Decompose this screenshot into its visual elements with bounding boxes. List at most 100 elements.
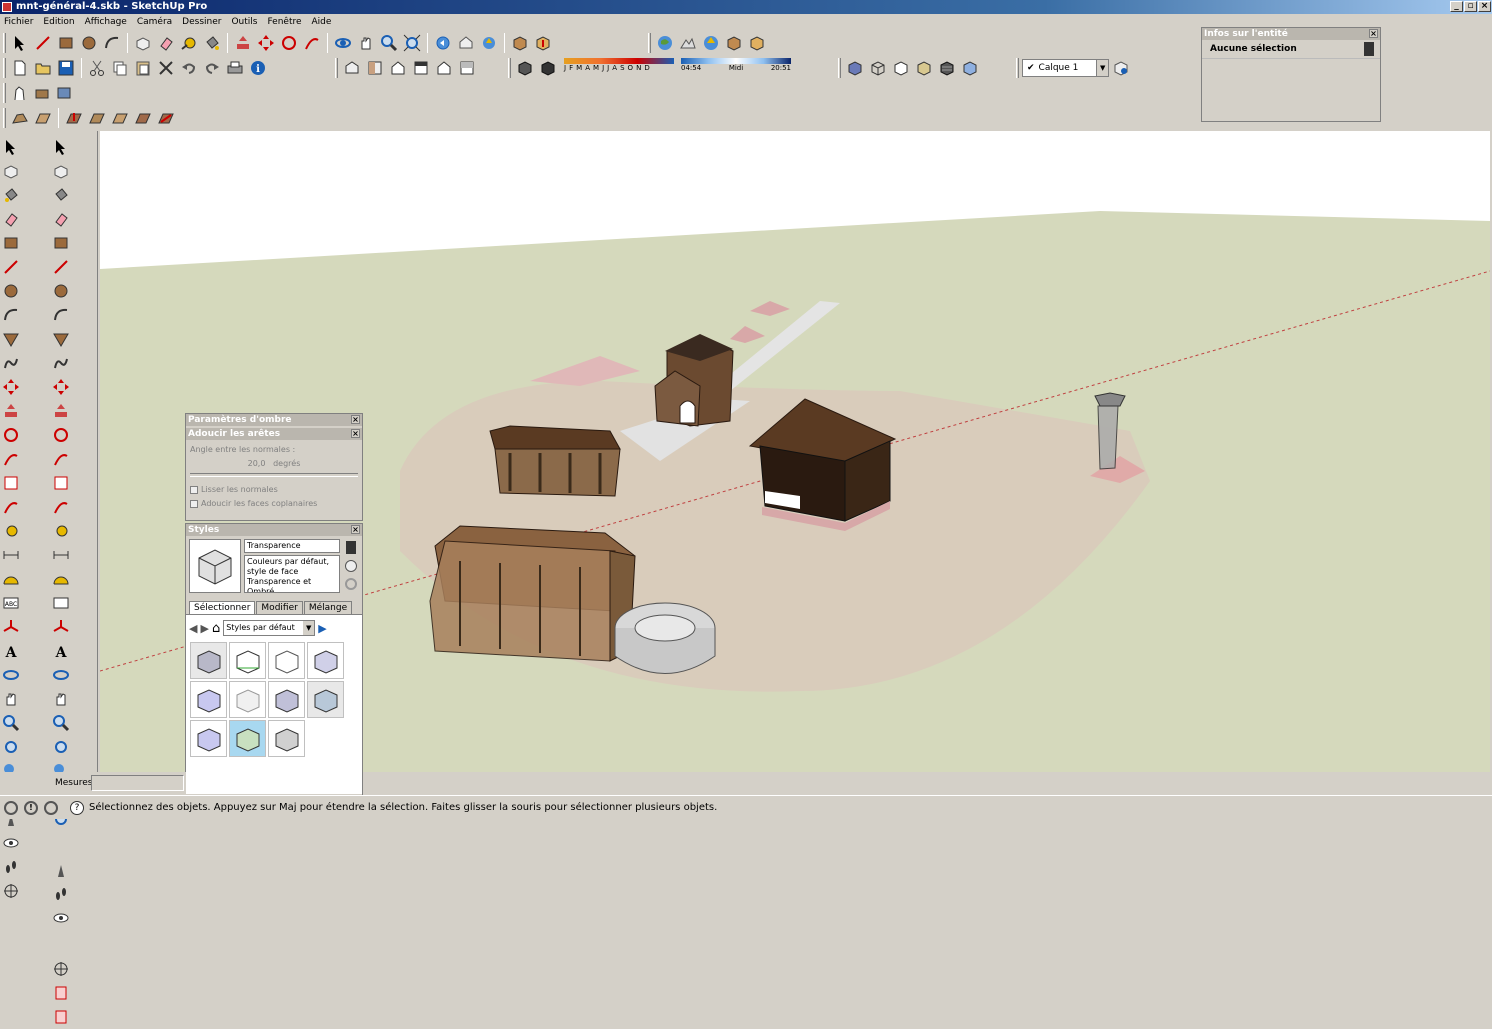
iso-view-icon[interactable] [341, 57, 363, 79]
tape-icon[interactable] [50, 519, 72, 543]
rectangle-icon[interactable] [50, 231, 72, 255]
section-cut-icon[interactable] [50, 1005, 72, 1029]
components-icon[interactable] [509, 32, 531, 54]
shaded-textures-icon[interactable] [936, 57, 958, 79]
select-icon[interactable] [0, 135, 22, 159]
tape-measure-icon[interactable] [178, 32, 200, 54]
component-icon[interactable] [50, 159, 72, 183]
paint-icon[interactable] [50, 183, 72, 207]
freehand-icon[interactable] [50, 351, 72, 375]
close-button[interactable]: × [1478, 1, 1491, 12]
soften-coplanar-row[interactable]: Adoucir les faces coplanaires [190, 497, 358, 511]
orbit-tool-icon[interactable] [332, 32, 354, 54]
make-component-icon[interactable] [132, 32, 154, 54]
warehouse-icon[interactable] [746, 32, 768, 54]
push-pull-tool-icon[interactable] [0, 399, 22, 423]
soften-coplanar-checkbox[interactable] [190, 499, 198, 508]
look-around-icon[interactable] [50, 906, 72, 930]
left-view-icon[interactable] [456, 57, 478, 79]
flip-edge-icon[interactable] [155, 107, 177, 129]
zoom-window-icon[interactable] [50, 735, 72, 759]
protractor-icon[interactable] [50, 567, 72, 591]
forward-arrow-icon[interactable]: ▶ [200, 622, 208, 635]
pan-icon[interactable] [50, 687, 72, 711]
google-earth-icon[interactable] [654, 32, 676, 54]
walk-tool-icon[interactable] [9, 82, 30, 104]
follow-me-tool-icon[interactable] [0, 447, 22, 471]
maximize-button[interactable]: ▫ [1464, 1, 1477, 12]
section-plane-icon[interactable] [50, 957, 72, 981]
dimension-icon[interactable] [0, 543, 22, 567]
copy-icon[interactable] [109, 57, 131, 79]
geo-location-icon[interactable] [4, 800, 18, 815]
3d-text-icon[interactable]: A [50, 639, 72, 663]
close-icon[interactable]: × [351, 429, 360, 438]
eraser-icon[interactable] [50, 207, 72, 231]
push-pull-icon[interactable] [232, 32, 254, 54]
back-arrow-icon[interactable]: ◀ [189, 622, 197, 635]
protractor-icon[interactable] [0, 567, 22, 591]
style-thumb[interactable] [268, 642, 305, 679]
zoom-icon[interactable] [50, 711, 72, 735]
zoom-extents-icon[interactable] [401, 32, 423, 54]
angle-slider[interactable] [190, 473, 358, 477]
rotate-tool-icon[interactable] [278, 32, 300, 54]
zoom-icon[interactable] [0, 711, 22, 735]
paste-icon[interactable] [132, 57, 154, 79]
styles-panel-title-bar[interactable]: Styles × [186, 524, 362, 536]
line-tool-icon[interactable] [32, 32, 54, 54]
add-detail-icon[interactable] [132, 107, 154, 129]
menu-dessiner[interactable]: Dessiner [182, 17, 221, 27]
pan-tool-icon[interactable] [355, 32, 377, 54]
shadow-panel-title-bar[interactable]: Paramètres d'ombre × [186, 414, 362, 426]
move-icon[interactable] [0, 375, 22, 399]
dimension-icon[interactable] [50, 543, 72, 567]
save-icon[interactable] [55, 57, 77, 79]
next-view-icon[interactable] [455, 32, 477, 54]
from-scratch-icon[interactable] [32, 107, 54, 129]
measurements-input[interactable] [91, 775, 184, 791]
rotate-icon[interactable] [0, 423, 22, 447]
hidden-line-icon[interactable] [890, 57, 912, 79]
cut-icon[interactable] [86, 57, 108, 79]
xray-icon[interactable] [844, 57, 866, 79]
from-contours-icon[interactable] [9, 107, 31, 129]
shadow-settings-icon[interactable] [514, 57, 536, 79]
market-hall[interactable] [489, 425, 621, 497]
smooth-normals-row[interactable]: Lisser les normales [190, 483, 358, 497]
zoom-tool-icon[interactable] [378, 32, 400, 54]
tab-mix[interactable]: Mélange [303, 601, 353, 614]
right-view-icon[interactable] [410, 57, 432, 79]
walk-icon[interactable] [50, 882, 72, 906]
circle-icon[interactable] [50, 279, 72, 303]
refresh-icon[interactable] [345, 578, 357, 590]
drape-icon[interactable] [109, 107, 131, 129]
display-shadows-icon[interactable] [537, 57, 559, 79]
push-pull-tool-icon[interactable] [50, 399, 72, 423]
orbit-icon[interactable] [50, 663, 72, 687]
offset-icon[interactable] [0, 495, 22, 519]
section-display-icon[interactable] [50, 981, 72, 1005]
look-around-icon[interactable] [0, 831, 22, 855]
style-thumb[interactable] [190, 642, 227, 679]
axes-icon[interactable] [50, 615, 72, 639]
layer-dropdown[interactable]: ✔ Calque 1 ▼ [1021, 59, 1110, 77]
round-well[interactable] [614, 602, 716, 674]
share-model-icon[interactable] [700, 32, 722, 54]
styles-collection-dropdown[interactable]: Styles par défaut ▼ [223, 620, 316, 636]
style-thumb[interactable] [268, 720, 305, 757]
component-icon[interactable] [0, 159, 22, 183]
shaded-icon[interactable] [913, 57, 935, 79]
style-name-field[interactable]: Transparence [244, 539, 340, 553]
text-icon[interactable] [50, 591, 72, 615]
style-thumb[interactable] [229, 681, 266, 718]
menu-camera[interactable]: Caméra [137, 17, 172, 27]
get-models-icon[interactable] [532, 32, 554, 54]
text-icon[interactable]: ABC [0, 591, 22, 615]
position-camera-icon[interactable] [478, 32, 500, 54]
close-icon[interactable]: × [1369, 29, 1378, 38]
delete-icon[interactable] [155, 57, 177, 79]
rectangle-icon[interactable] [0, 231, 22, 255]
arc-tool-icon[interactable] [101, 32, 123, 54]
layer-manager-icon[interactable] [1110, 57, 1132, 79]
